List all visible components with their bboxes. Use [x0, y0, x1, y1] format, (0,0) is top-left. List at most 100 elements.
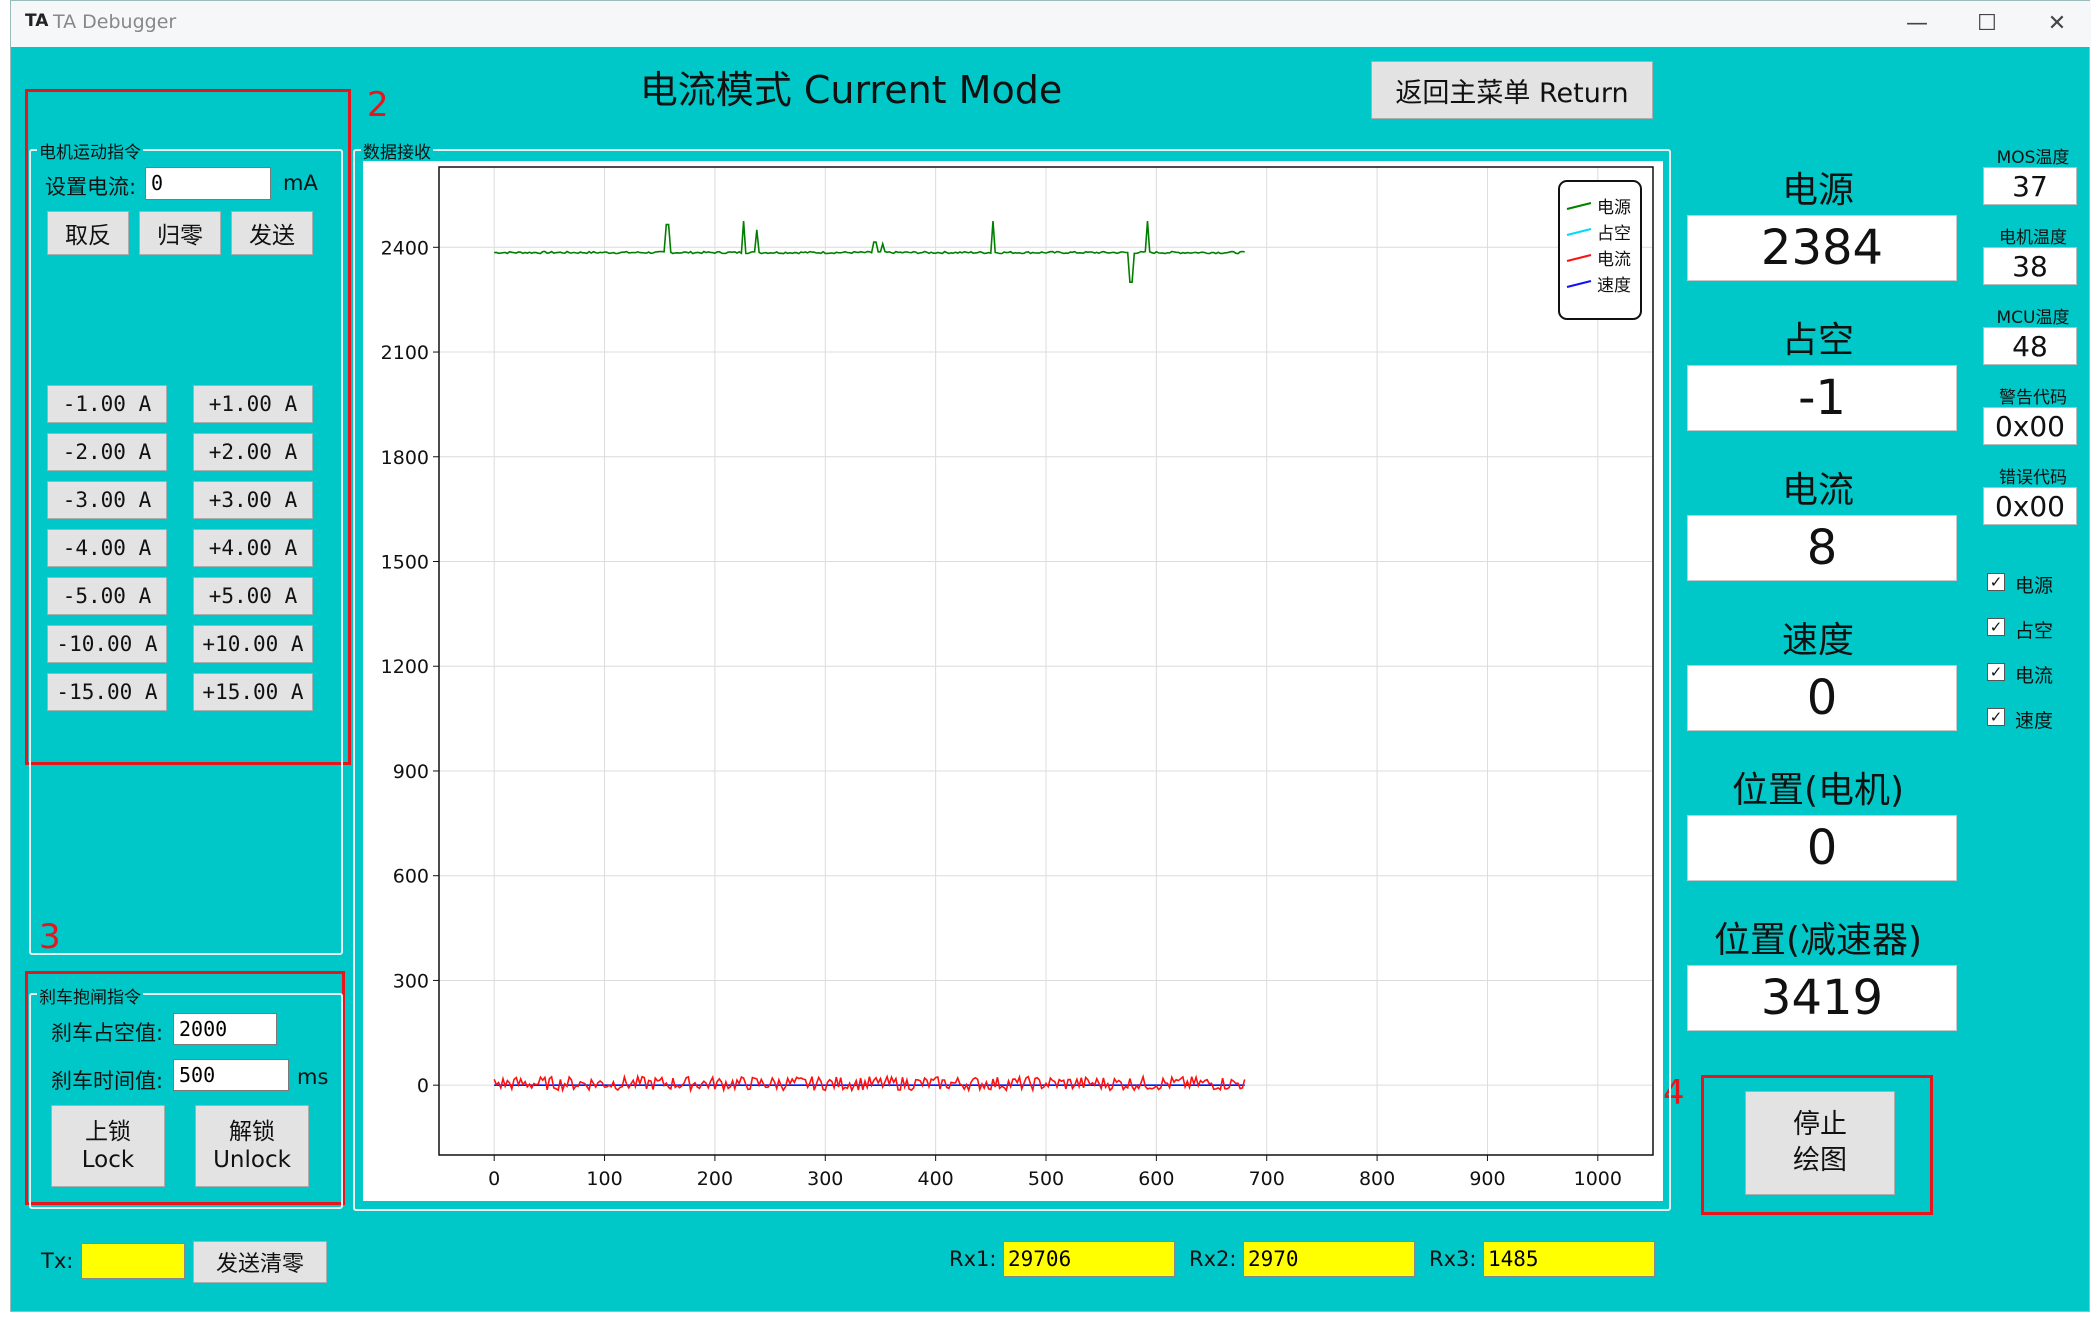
- status-label: 电机温度: [1999, 228, 2067, 248]
- status-label: 警告代码: [1999, 388, 2067, 408]
- readout-label: 占空: [1781, 320, 1854, 361]
- readout-value: -1: [1687, 365, 1957, 431]
- status-value: 48: [1983, 327, 2077, 365]
- y-tick-label: 600: [393, 866, 429, 888]
- x-tick-label: 200: [697, 1168, 733, 1190]
- chart-group-title: 数据接收: [361, 138, 433, 163]
- checkbox-icon[interactable]: ✓: [1987, 573, 2005, 591]
- plot-toggle-label: 速度: [2015, 710, 2054, 732]
- maximize-button[interactable]: ☐: [1957, 5, 2017, 43]
- rx3-field: 1485: [1483, 1241, 1655, 1277]
- zero-button[interactable]: 归零: [139, 211, 221, 255]
- y-tick-label: 300: [393, 970, 429, 992]
- clear-send-button[interactable]: 发送清零: [193, 1241, 327, 1283]
- preset-negative-button[interactable]: -2.00 A: [47, 433, 167, 471]
- lock-button[interactable]: 上锁 Lock: [51, 1105, 165, 1187]
- y-tick-label: 1800: [381, 447, 429, 469]
- set-current-unit: mA: [283, 171, 318, 195]
- chart-background: [363, 161, 1663, 1201]
- brake-duty-input[interactable]: 2000: [173, 1013, 277, 1045]
- preset-positive-button[interactable]: +15.00 A: [193, 673, 313, 711]
- plot-toggle-label: 占空: [2015, 620, 2054, 642]
- preset-negative-button[interactable]: -1.00 A: [47, 385, 167, 423]
- close-button[interactable]: ✕: [2027, 5, 2087, 43]
- stop-plot-button[interactable]: 停止 绘图: [1745, 1091, 1895, 1195]
- status-value: 38: [1983, 247, 2077, 285]
- checkbox-icon[interactable]: ✓: [1987, 708, 2005, 726]
- preset-positive-button[interactable]: +10.00 A: [193, 625, 313, 663]
- x-tick-label: 700: [1249, 1168, 1285, 1190]
- legend-label: 电流: [1597, 250, 1631, 270]
- minimize-button[interactable]: —: [1887, 5, 1947, 43]
- unlock-button-line2: Unlock: [213, 1147, 291, 1173]
- readout-value: 0: [1687, 815, 1957, 881]
- plot-toggle[interactable]: ✓ 占空: [1979, 616, 2089, 642]
- preset-positive-button[interactable]: +5.00 A: [193, 577, 313, 615]
- invert-button[interactable]: 取反: [47, 211, 129, 255]
- title-bar: TA TA Debugger — ☐ ✕: [11, 1, 2091, 47]
- stop-plot-line1: 停止: [1793, 1109, 1847, 1140]
- x-tick-label: 500: [1028, 1168, 1064, 1190]
- readout-value: 8: [1687, 515, 1957, 581]
- status-value: 0x00: [1983, 407, 2077, 445]
- rx1-field: 29706: [1003, 1241, 1175, 1277]
- app-window: TA TA Debugger — ☐ ✕ 电流模式 Current Mode 返…: [10, 0, 2091, 1312]
- data-chart: 0 100 200 300 400 500 600 700 800 900 1000 0 300 600 9…: [363, 161, 1663, 1201]
- y-tick-label: 1200: [381, 656, 429, 678]
- preset-positive-button[interactable]: +3.00 A: [193, 481, 313, 519]
- tx-label: Tx:: [41, 1249, 74, 1273]
- plot-toggle[interactable]: ✓ 电流: [1979, 661, 2089, 687]
- unlock-button[interactable]: 解锁 Unlock: [195, 1105, 309, 1187]
- rx1-label: Rx1:: [949, 1247, 997, 1271]
- x-tick-label: 1000: [1574, 1168, 1622, 1190]
- brake-time-unit: ms: [297, 1065, 329, 1089]
- preset-negative-button[interactable]: -10.00 A: [47, 625, 167, 663]
- set-current-input[interactable]: 0: [145, 167, 271, 200]
- brake-duty-label: 刹车占空值:: [51, 1021, 164, 1045]
- x-tick-label: 900: [1469, 1168, 1505, 1190]
- legend-label: 占空: [1597, 224, 1631, 244]
- motor-group-title: 电机运动指令: [37, 138, 143, 163]
- annotation-label-2: 2: [367, 85, 389, 125]
- plot-toggle-label: 电源: [2015, 575, 2054, 597]
- legend-label: 速度: [1597, 276, 1631, 296]
- page-title: 电流模式 Current Mode: [639, 68, 1063, 112]
- preset-positive-button[interactable]: +4.00 A: [193, 529, 313, 567]
- status-label: MCU温度: [1996, 308, 2070, 328]
- preset-positive-button[interactable]: +2.00 A: [193, 433, 313, 471]
- readout-value: 2384: [1687, 215, 1957, 281]
- plot-toggle-label: 电流: [2015, 665, 2054, 687]
- y-tick-label: 0: [417, 1075, 429, 1097]
- readout-label: 电源: [1781, 170, 1854, 211]
- brake-group-title: 刹车抱闸指令: [37, 983, 143, 1008]
- checkbox-icon[interactable]: ✓: [1987, 663, 2005, 681]
- y-tick-label: 2400: [381, 237, 429, 259]
- preset-positive-button[interactable]: +1.00 A: [193, 385, 313, 423]
- preset-negative-button[interactable]: -4.00 A: [47, 529, 167, 567]
- brake-time-input[interactable]: 500: [173, 1059, 289, 1091]
- readout-value: 0: [1687, 665, 1957, 731]
- unlock-button-line1: 解锁: [229, 1119, 275, 1145]
- y-tick-label: 2100: [381, 342, 429, 364]
- rx3-label: Rx3:: [1429, 1247, 1477, 1271]
- return-button[interactable]: 返回主菜单 Return: [1371, 61, 1653, 119]
- y-tick-label: 1500: [381, 552, 429, 574]
- set-current-label: 设置电流:: [45, 175, 137, 199]
- plot-toggle[interactable]: ✓ 电源: [1979, 571, 2089, 597]
- lock-button-line2: Lock: [81, 1147, 135, 1173]
- brake-time-label: 刹车时间值:: [51, 1069, 164, 1093]
- status-label: MOS温度: [1996, 148, 2070, 168]
- tx-field: [81, 1243, 185, 1279]
- x-tick-label: 600: [1138, 1168, 1174, 1190]
- readout-label: 位置(电机): [1731, 770, 1905, 811]
- preset-negative-button[interactable]: -3.00 A: [47, 481, 167, 519]
- x-tick-label: 800: [1359, 1168, 1395, 1190]
- checkbox-icon[interactable]: ✓: [1987, 618, 2005, 636]
- send-button[interactable]: 发送: [231, 211, 313, 255]
- preset-negative-button[interactable]: -5.00 A: [47, 577, 167, 615]
- rx2-label: Rx2:: [1189, 1247, 1237, 1271]
- app-icon: TA: [25, 11, 49, 31]
- plot-toggle[interactable]: ✓ 速度: [1979, 706, 2089, 732]
- preset-negative-button[interactable]: -15.00 A: [47, 673, 167, 711]
- rx2-field: 2970: [1243, 1241, 1415, 1277]
